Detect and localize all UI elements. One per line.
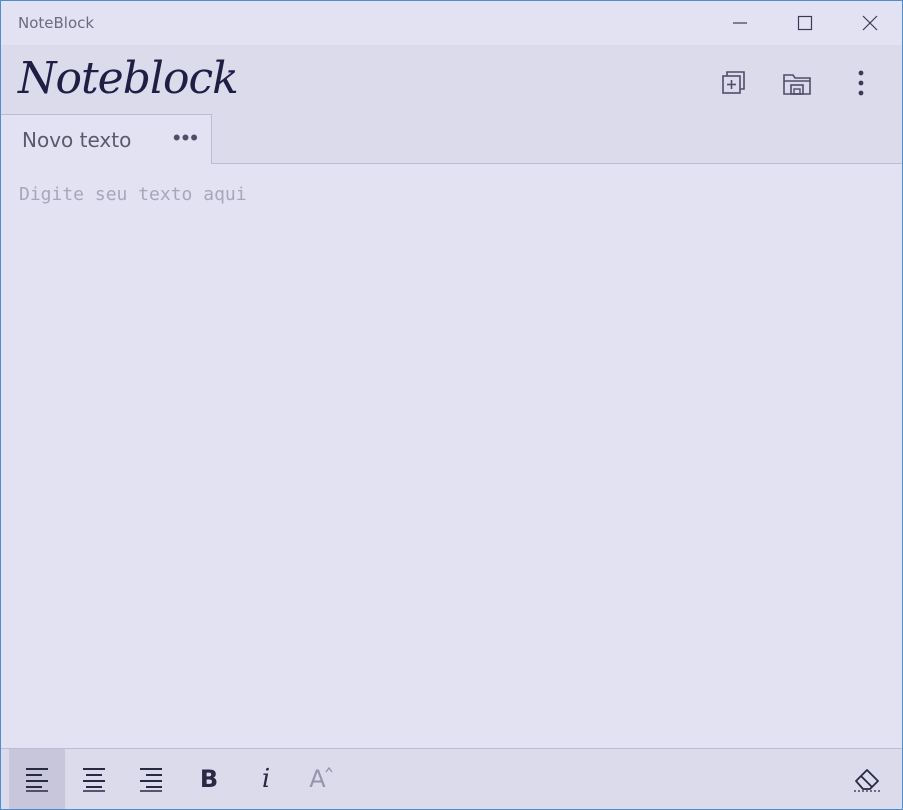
align-center-icon [83, 768, 105, 792]
window-title: NoteBlock [18, 14, 95, 32]
eraser-icon [854, 769, 880, 792]
bold-label: B [199, 765, 219, 793]
tab-label: Novo texto [22, 127, 132, 152]
text-editor[interactable] [1, 164, 902, 748]
align-left-button[interactable] [9, 749, 65, 809]
align-right-icon [140, 768, 162, 792]
tab-novo-texto[interactable]: Novo texto ••• [1, 114, 212, 164]
title-bar: NoteBlock [1, 1, 902, 45]
bold-button[interactable]: B [181, 749, 237, 809]
close-icon [862, 15, 877, 31]
format-toolbar: B i A [1, 748, 902, 809]
font-size-button[interactable]: A [293, 749, 349, 809]
font-size-label: A [309, 765, 326, 793]
italic-label: i [261, 764, 271, 794]
maximize-button[interactable] [772, 1, 837, 45]
align-center-button[interactable] [66, 749, 122, 809]
align-right-button[interactable] [123, 749, 179, 809]
minimize-button[interactable] [707, 1, 772, 45]
app-header: Noteblock Novo texto ••• [1, 45, 902, 164]
align-left-icon [26, 768, 48, 792]
more-options-button[interactable] [843, 65, 879, 101]
editor-area [1, 164, 902, 748]
open-file-button[interactable] [779, 65, 815, 101]
app-window: NoteBlock Noteblock Novo texto ••• Digit… [1, 1, 902, 809]
window-controls [707, 1, 902, 45]
more-vertical-icon [858, 70, 864, 96]
maximize-icon [797, 15, 812, 31]
folder-icon [783, 74, 811, 95]
caret-up-icon [325, 766, 333, 773]
close-button[interactable] [837, 1, 902, 45]
minimize-icon [732, 22, 747, 24]
new-tab-button[interactable] [715, 65, 751, 101]
app-logo: Noteblock [18, 53, 239, 104]
tab-more-icon[interactable]: ••• [173, 127, 199, 149]
italic-button[interactable]: i [238, 749, 294, 809]
clear-format-button[interactable] [839, 749, 895, 809]
new-tab-icon [722, 71, 745, 94]
